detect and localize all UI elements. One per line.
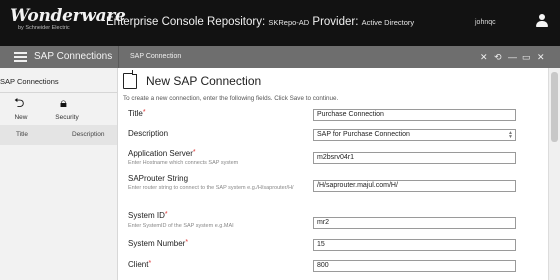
new-button[interactable]: ⮌ New xyxy=(4,95,38,125)
dialog-instructions: To create a new connection, enter the fo… xyxy=(123,95,339,102)
saprouter-label: SAProuter String xyxy=(128,174,189,183)
current-user[interactable]: johnqc xyxy=(475,19,496,26)
application-server-input[interactable]: m2bsrv04r1 xyxy=(313,152,516,164)
hamburger-icon[interactable] xyxy=(14,52,27,62)
panel-title: SAP Connection xyxy=(130,53,182,60)
dialog-title: New SAP Connection xyxy=(146,74,262,88)
app-banner: Wonderware by Schneider Electric Enterpr… xyxy=(0,0,560,46)
title-label: Title* xyxy=(128,109,146,118)
system-id-input[interactable]: mr2 xyxy=(313,217,516,229)
client-label: Client* xyxy=(128,260,152,269)
spinner-icon[interactable]: ▲ ▼ xyxy=(508,131,513,140)
application-server-hint: Enter Hostname which connects SAP system xyxy=(128,160,239,166)
nav-title[interactable]: SAP Connections xyxy=(34,51,112,62)
description-value: SAP for Purchase Connection xyxy=(317,131,410,138)
provider-name: Active Directory xyxy=(361,18,415,27)
refresh-icon[interactable]: ⟲ xyxy=(494,50,502,64)
repository-name: SKRepo-AD xyxy=(268,18,310,27)
security-button-label: Security xyxy=(55,114,79,121)
security-button[interactable]: 🔒︎ Security xyxy=(50,95,84,125)
column-title[interactable]: Title xyxy=(16,131,28,138)
list-header: Title Description xyxy=(0,125,117,145)
repository-title: Enterprise Console Repository: SKRepo-AD… xyxy=(106,16,415,28)
application-server-label: Application Server* xyxy=(128,149,196,158)
panel-heading: SAP Connections xyxy=(0,77,59,86)
maximize-icon[interactable]: ▭ xyxy=(522,50,531,64)
wonderware-logo: Wonderware by Schneider Electric xyxy=(10,6,126,40)
user-icon[interactable] xyxy=(536,14,548,28)
dialog-scrollbar[interactable] xyxy=(548,68,560,280)
pin-icon[interactable]: ✕ xyxy=(480,50,488,64)
new-button-label: New xyxy=(14,114,28,121)
system-id-hint: Enter SystemID of the SAP system e.g.MAI xyxy=(128,223,234,229)
description-label: Description xyxy=(128,129,169,138)
system-number-input[interactable]: 15 xyxy=(313,239,516,251)
system-id-label: System ID* xyxy=(128,211,168,220)
client-input[interactable]: 800 xyxy=(313,260,516,272)
scrollbar-thumb[interactable] xyxy=(551,72,558,142)
new-document-icon xyxy=(123,70,137,89)
new-icon: ⮌ xyxy=(14,95,25,110)
lock-icon: 🔒︎ xyxy=(60,95,67,110)
saprouter-hint: Enter router string to connect to the SA… xyxy=(128,185,294,191)
description-select[interactable]: SAP for Purchase Connection ▲ ▼ xyxy=(313,129,516,141)
minimize-icon[interactable]: — xyxy=(508,50,517,64)
system-number-label: System Number* xyxy=(128,239,189,248)
sap-connections-panel: SAP Connections ⮌ New 🔒︎ Security Title … xyxy=(0,68,118,280)
close-icon[interactable]: ✕ xyxy=(537,50,545,64)
new-sap-connection-dialog: New SAP Connection To create a new conne… xyxy=(118,68,548,280)
column-description[interactable]: Description xyxy=(72,131,105,138)
nav-bar: SAP Connections SAP Connection ✕ ⟲ — ▭ ✕ xyxy=(0,46,560,68)
title-input[interactable]: Purchase Connection xyxy=(313,109,516,121)
saprouter-input[interactable]: /H/saprouter.majul.com/H/ xyxy=(313,180,516,192)
